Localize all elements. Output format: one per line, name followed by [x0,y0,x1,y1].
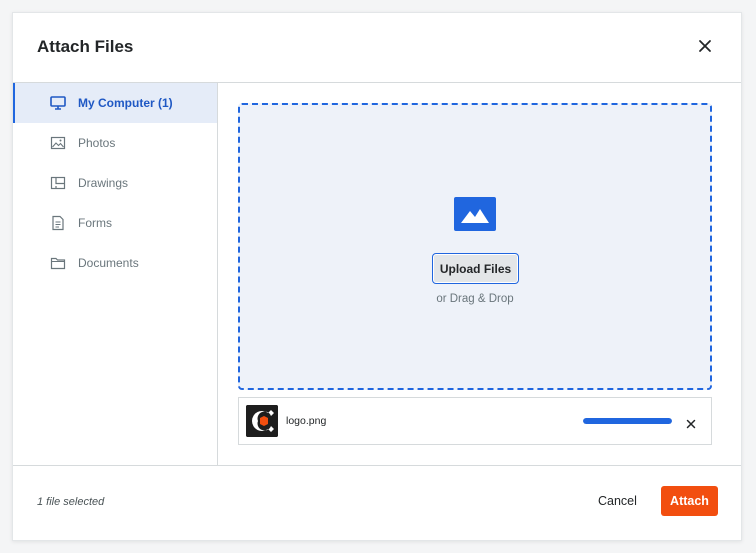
sidebar-item-label: My Computer (1) [78,96,173,110]
file-name: logo.png [286,415,327,427]
folder-icon [50,255,66,271]
sidebar-item-drawings[interactable]: Drawings [13,163,217,203]
file-thumbnail [246,405,278,437]
sidebar-item-label: Photos [78,136,116,150]
image-icon [50,135,66,151]
sidebar-item-forms[interactable]: Forms [13,203,217,243]
drag-drop-hint: or Drag & Drop [436,293,514,305]
drawing-icon [50,175,66,191]
cancel-button[interactable]: Cancel [598,494,637,508]
sidebar-item-documents[interactable]: Documents [13,243,217,283]
upload-progress-bar [583,418,672,424]
selection-status: 1 file selected [37,496,105,508]
remove-file-icon[interactable] [686,416,696,429]
sidebar-item-label: Drawings [78,176,129,190]
file-list-item: logo.png [238,397,712,445]
dialog-header: Attach Files [13,13,741,83]
sidebar-item-my-computer[interactable]: My Computer (1) [13,83,217,123]
form-icon [50,215,66,231]
attach-button[interactable]: Attach [661,486,718,516]
image-icon [454,197,496,231]
drop-zone[interactable]: Upload Files or Drag & Drop [238,103,712,390]
upload-progress-fill [583,418,672,424]
dialog-title: Attach Files [37,37,134,56]
upload-files-button[interactable]: Upload Files [432,253,519,284]
sidebar-item-label: Documents [78,256,139,270]
sidebar-item-photos[interactable]: Photos [13,123,217,163]
source-sidebar: My Computer (1) Photos Drawings Forms Do… [13,83,218,465]
attach-files-dialog: Attach Files My Computer (1) Photos Draw… [12,12,742,541]
close-icon[interactable] [697,38,713,54]
dialog-footer: 1 file selected Cancel Attach [13,465,741,541]
monitor-icon [50,95,66,111]
sidebar-item-label: Forms [78,216,112,230]
upload-panel: Upload Files or Drag & Drop logo.png [218,83,741,465]
